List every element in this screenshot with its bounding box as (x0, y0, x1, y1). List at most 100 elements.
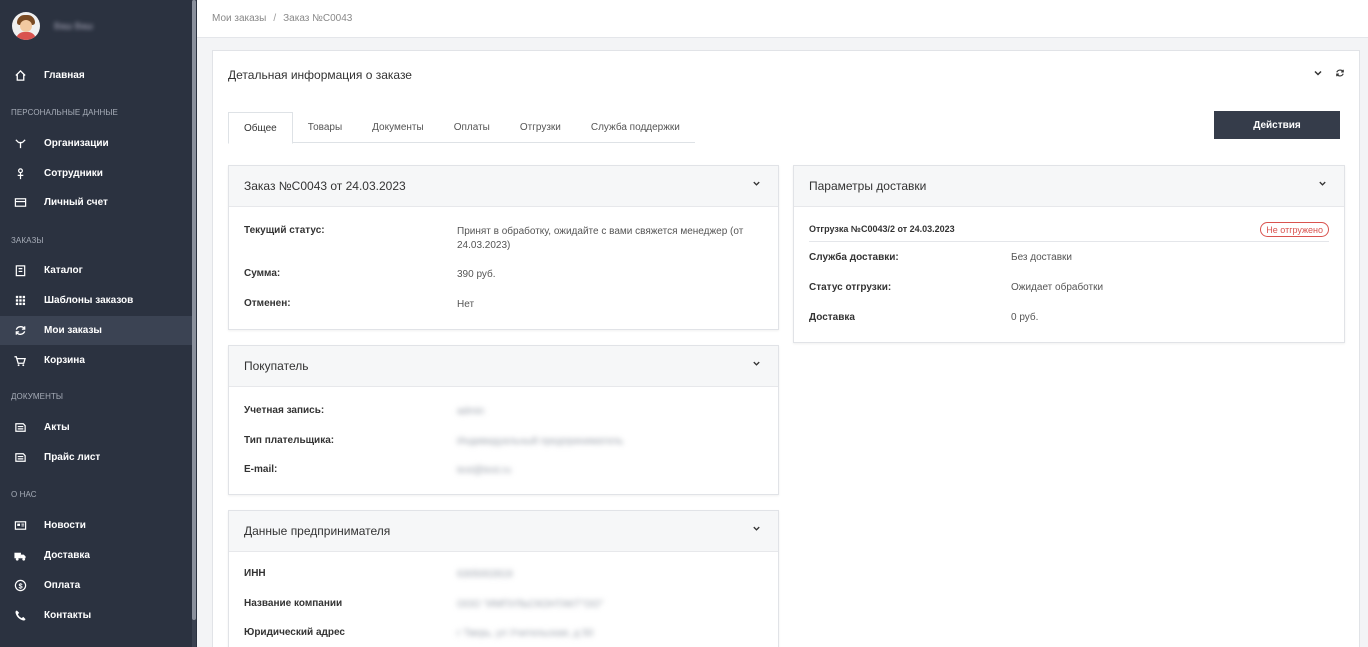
sidebar-item-account[interactable]: Личный счет (0, 188, 192, 217)
sidebar-item-label: Главная (44, 70, 85, 81)
main-content: Мои заказы / Заказ №С0043 Детальная инфо… (197, 0, 1368, 647)
sidebar-item-delivery[interactable]: Доставка (0, 541, 192, 570)
value: Нет (457, 299, 475, 310)
label: Отменен: (244, 298, 291, 309)
document-icon (13, 451, 27, 465)
sidebar-item-contacts[interactable]: Контакты (0, 601, 192, 630)
order-panel-header[interactable]: Заказ №С0043 от 24.03.2023 (229, 166, 778, 207)
sidebar-item-home[interactable]: Главная (0, 61, 192, 90)
credit-card-icon (13, 196, 27, 210)
sidebar-item-label: Шаблоны заказов (44, 295, 134, 306)
value: 6305002819 (457, 569, 513, 580)
tab-payments[interactable]: Оплаты (439, 112, 505, 143)
value: Индивидуальный предприниматель (457, 436, 624, 447)
label: E-mail: (244, 464, 278, 475)
entrepreneur-panel: Данные предпринимателя ИНН 6305002819 На… (228, 510, 779, 647)
organization-icon (13, 137, 27, 151)
delivery-panel-header[interactable]: Параметры доставки (794, 166, 1344, 207)
tab-documents[interactable]: Документы (357, 112, 439, 143)
value: Ожидает обработки (1011, 282, 1104, 293)
label: Доставка (809, 312, 855, 323)
cart-icon (13, 354, 27, 368)
tab-general[interactable]: Общее (228, 112, 293, 144)
sidebar-item-acts[interactable]: Акты (0, 413, 192, 442)
buyer-panel: Покупатель Учетная запись: admin Тип пла… (228, 345, 779, 495)
truck-icon (13, 549, 27, 563)
delivery-panel-title: Параметры доставки (809, 179, 927, 193)
grid-icon (13, 294, 27, 308)
sidebar-item-organizations[interactable]: Организации (0, 129, 192, 158)
order-panel-title: Заказ №С0043 от 24.03.2023 (244, 179, 406, 193)
label: Служба доставки: (809, 252, 899, 263)
sidebar-item-label: Личный счет (44, 197, 108, 208)
sidebar-item-label: Оплата (44, 580, 81, 591)
dollar-icon: $ (13, 579, 27, 593)
user-name[interactable]: Ваш Ваш (54, 21, 93, 31)
sidebar-item-label: Корзина (44, 355, 85, 366)
svg-text:$: $ (18, 581, 23, 590)
sidebar-item-employees[interactable]: Сотрудники (0, 159, 192, 188)
sidebar-item-label: Организации (44, 138, 109, 149)
breadcrumb-current: Заказ №С0043 (283, 13, 353, 24)
sidebar: Ваш Ваш Главная ПЕРСОНАЛЬНЫЕ ДАННЫЕ Орга… (0, 0, 197, 647)
order-panel: Заказ №С0043 от 24.03.2023 Текущий стату… (228, 165, 779, 330)
entrepreneur-panel-title: Данные предпринимателя (244, 524, 391, 538)
sidebar-item-my-orders[interactable]: Мои заказы (0, 316, 192, 345)
card-title: Детальная информация о заказе (228, 68, 412, 82)
value: test@test.ru (457, 465, 512, 476)
chevron-down-icon[interactable] (1318, 179, 1327, 191)
order-details-card: Детальная информация о заказе Общее Това… (212, 50, 1360, 647)
value: Принят в обработку, ожидайте с вами свяж… (457, 226, 744, 251)
section-personal: ПЕРСОНАЛЬНЫЕ ДАННЫЕ (11, 108, 118, 117)
divider (809, 241, 1329, 242)
buyer-panel-header[interactable]: Покупатель (229, 346, 778, 387)
label: ИНН (244, 568, 266, 579)
value: admin (457, 406, 485, 417)
sidebar-item-catalog[interactable]: Каталог (0, 256, 192, 285)
sidebar-item-label: Мои заказы (44, 325, 102, 336)
refresh-icon[interactable] (1335, 68, 1345, 81)
sidebar-scrollbar[interactable] (192, 0, 196, 647)
breadcrumb-my-orders[interactable]: Мои заказы (212, 13, 266, 24)
phone-icon (13, 609, 27, 623)
value: 0 руб. (1011, 312, 1039, 323)
sidebar-item-label: Акты (44, 422, 70, 433)
news-icon (13, 519, 27, 533)
section-documents: ДОКУМЕНТЫ (11, 392, 64, 401)
delivery-panel: Параметры доставки Отгрузка №С0043/2 от … (793, 165, 1345, 343)
label: Тип плательщика: (244, 435, 335, 446)
chevron-down-icon[interactable] (752, 524, 761, 536)
chevron-down-icon[interactable] (752, 179, 761, 191)
value: г Тверь, ул Учительская, д 50 (457, 628, 594, 639)
sidebar-item-label: Контакты (44, 610, 92, 621)
label: Юридический адрес (244, 627, 345, 638)
status-badge: Не отгружено (1260, 222, 1329, 237)
home-icon (13, 69, 27, 83)
entrepreneur-panel-header[interactable]: Данные предпринимателя (229, 511, 778, 552)
sidebar-item-label: Новости (44, 520, 86, 531)
user-profile[interactable]: Ваш Ваш (12, 12, 93, 40)
label: Текущий статус: (244, 225, 325, 236)
sidebar-item-order-templates[interactable]: Шаблоны заказов (0, 286, 192, 315)
user-icon (13, 167, 27, 181)
avatar[interactable] (12, 12, 40, 40)
refresh-icon (13, 324, 27, 338)
buyer-panel-title: Покупатель (244, 359, 309, 373)
label: Учетная запись: (244, 405, 325, 416)
tab-products[interactable]: Товары (293, 112, 357, 143)
sidebar-item-cart[interactable]: Корзина (0, 346, 192, 375)
label: Сумма: (244, 268, 281, 279)
value: Без доставки (1011, 252, 1072, 263)
actions-button[interactable]: Действия (1214, 111, 1340, 139)
chevron-down-icon[interactable] (752, 359, 761, 371)
card-tools (1313, 68, 1345, 81)
tab-support[interactable]: Служба поддержки (576, 112, 695, 143)
sidebar-item-news[interactable]: Новости (0, 511, 192, 540)
collapse-icon[interactable] (1313, 68, 1323, 81)
sidebar-item-price-list[interactable]: Прайс лист (0, 443, 192, 472)
catalog-icon (13, 264, 27, 278)
sidebar-item-payment[interactable]: $ Оплата (0, 571, 192, 600)
tab-shipments[interactable]: Отгрузки (505, 112, 576, 143)
shipment-title: Отгрузка №С0043/2 от 24.03.2023 (809, 224, 955, 234)
label: Статус отгрузки: (809, 282, 892, 293)
